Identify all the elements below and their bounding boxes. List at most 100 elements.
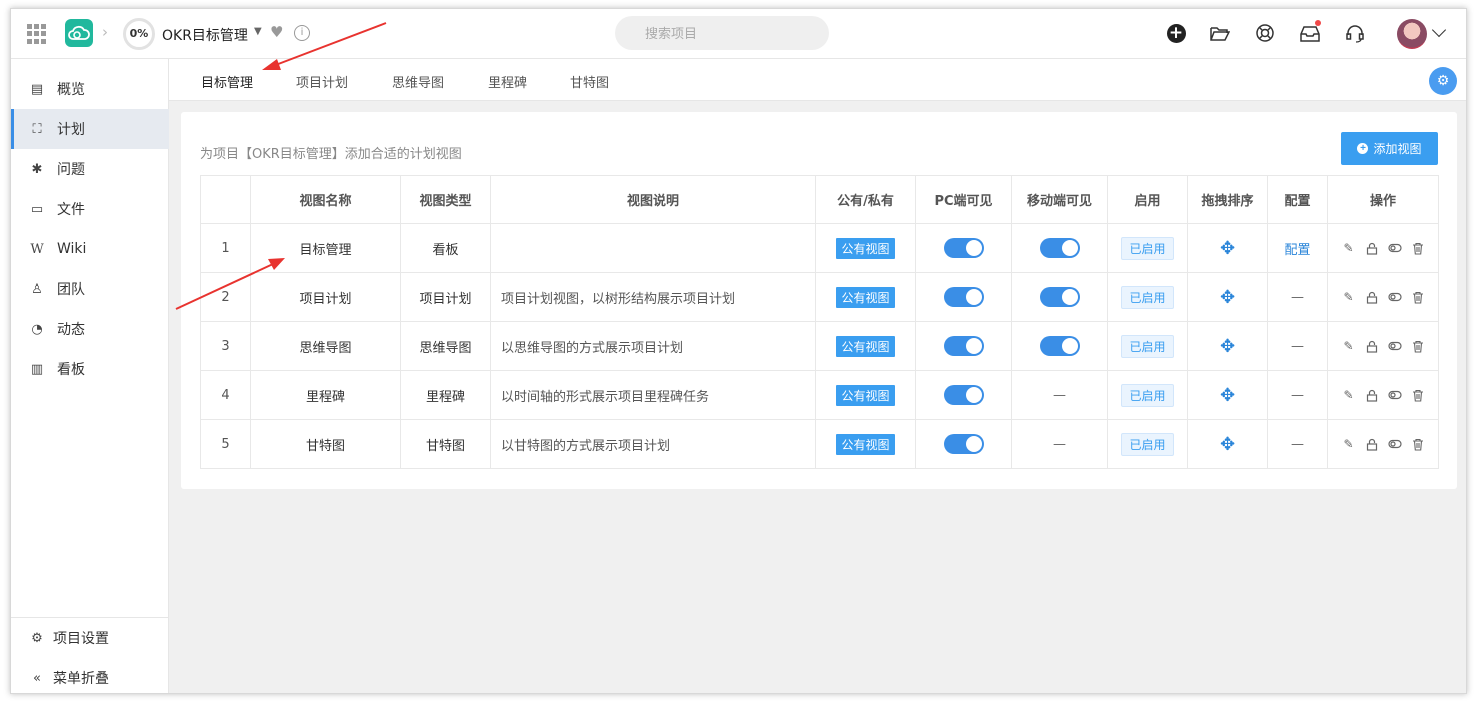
tab-mind-map[interactable]: 思维导图 xyxy=(392,72,444,91)
enabled-badge[interactable]: 已启用 xyxy=(1121,334,1174,358)
view-type: 看板 xyxy=(432,242,459,258)
sidebar-item-activity[interactable]: ◔ 动态 xyxy=(11,309,169,349)
sidebar-item-label: 计划 xyxy=(57,122,85,138)
trash-icon[interactable] xyxy=(1411,290,1425,304)
pc-visible-toggle[interactable] xyxy=(943,385,984,405)
folder-open-icon[interactable] xyxy=(1209,22,1231,44)
pc-visible-toggle[interactable] xyxy=(943,336,984,356)
visibility-toggle-icon[interactable] xyxy=(1387,290,1402,304)
drag-move-icon[interactable]: ✥ xyxy=(1220,287,1235,308)
dash: — xyxy=(1291,289,1304,305)
mobile-visible-toggle[interactable] xyxy=(1039,336,1080,356)
user-avatar[interactable] xyxy=(1397,19,1427,49)
column-header: 公有/私有 xyxy=(815,175,916,224)
dash: — xyxy=(1291,338,1304,354)
drag-move-icon[interactable]: ✥ xyxy=(1220,434,1235,455)
pc-visible-cell xyxy=(915,272,1012,322)
plan-icon: ⛶ xyxy=(32,121,42,137)
trash-icon[interactable] xyxy=(1411,388,1425,402)
view-desc-cell: 以思维导图的方式展示项目计划 xyxy=(490,321,816,371)
sidebar-item-wiki[interactable]: W Wiki xyxy=(11,229,169,269)
enabled-badge[interactable]: 已启用 xyxy=(1121,285,1174,309)
lock-icon[interactable] xyxy=(1365,339,1379,353)
sidebar-item-team[interactable]: ♙ 团队 xyxy=(11,269,169,309)
mobile-visible-toggle[interactable] xyxy=(1039,238,1080,258)
drag-move-icon[interactable]: ✥ xyxy=(1220,336,1235,357)
heart-icon[interactable]: ♥ xyxy=(270,23,283,41)
lock-icon[interactable] xyxy=(1365,290,1379,304)
mobile-visible-toggle[interactable] xyxy=(1039,287,1080,307)
enabled-badge[interactable]: 已启用 xyxy=(1121,383,1174,407)
sidebar-item-overview[interactable]: ▤ 概览 xyxy=(11,69,169,109)
enabled-cell: 已启用 xyxy=(1107,419,1188,469)
visibility-toggle-icon[interactable] xyxy=(1387,241,1402,255)
add-view-button[interactable]: + 添加视图 xyxy=(1341,132,1438,165)
help-lifebuoy-icon[interactable] xyxy=(1254,22,1276,44)
edit-icon[interactable]: ✎ xyxy=(1342,290,1356,304)
double-chevron-left-icon: « xyxy=(33,670,41,686)
edit-icon[interactable]: ✎ xyxy=(1342,437,1356,451)
edit-icon[interactable]: ✎ xyxy=(1342,241,1356,255)
visibility-cell: 公有视图 xyxy=(815,272,916,322)
project-settings-button[interactable]: ⚙ 项目设置 xyxy=(11,618,169,658)
unread-dot xyxy=(1315,20,1321,26)
sidebar-item-issues[interactable]: ✱ 问题 xyxy=(11,149,169,189)
visibility-cell: 公有视图 xyxy=(815,321,916,371)
app-logo[interactable] xyxy=(65,19,93,47)
visibility-toggle-icon[interactable] xyxy=(1387,437,1402,451)
headset-support-icon[interactable] xyxy=(1344,22,1366,44)
trash-icon[interactable] xyxy=(1411,339,1425,353)
info-icon[interactable]: i xyxy=(294,25,310,41)
enabled-badge[interactable]: 已启用 xyxy=(1121,432,1174,456)
enabled-cell: 已启用 xyxy=(1107,223,1188,273)
row-index-value: 5 xyxy=(221,436,230,452)
pc-visible-toggle[interactable] xyxy=(943,434,984,454)
mobile-visible-cell: — xyxy=(1011,370,1108,420)
sidebar-item-board[interactable]: ▥ 看板 xyxy=(11,349,169,389)
lock-icon[interactable] xyxy=(1365,241,1379,255)
visibility-toggle-icon[interactable] xyxy=(1387,388,1402,402)
collapse-menu-button[interactable]: « 菜单折叠 xyxy=(11,658,169,693)
enabled-badge[interactable]: 已启用 xyxy=(1121,236,1174,260)
row-index: 4 xyxy=(200,370,251,420)
view-name-cell: 甘特图 xyxy=(250,419,401,469)
view-settings-button[interactable]: ⚙ xyxy=(1429,67,1457,95)
search-input[interactable] xyxy=(615,16,829,50)
lock-icon[interactable] xyxy=(1365,437,1379,451)
actions-cell: ✎ xyxy=(1327,321,1439,371)
tab-project-plan[interactable]: 项目计划 xyxy=(296,72,348,91)
sidebar-item-files[interactable]: ▭ 文件 xyxy=(11,189,169,229)
mobile-visible-cell xyxy=(1011,272,1108,322)
actions-cell: ✎ xyxy=(1327,370,1439,420)
drag-move-icon[interactable]: ✥ xyxy=(1220,385,1235,406)
apps-grid-icon[interactable] xyxy=(27,24,47,44)
pc-visible-toggle[interactable] xyxy=(943,287,984,307)
notification-inbox-icon[interactable] xyxy=(1299,20,1321,44)
create-button[interactable]: + xyxy=(1165,22,1187,44)
row-index-value: 4 xyxy=(221,387,230,403)
project-name[interactable]: OKR目标管理 xyxy=(162,25,248,45)
top-bar: › 0% OKR目标管理 ▼ ♥ i + xyxy=(11,9,1466,59)
tab-milestone[interactable]: 里程碑 xyxy=(488,72,527,91)
edit-icon[interactable]: ✎ xyxy=(1342,388,1356,402)
lock-icon[interactable] xyxy=(1365,388,1379,402)
trash-icon[interactable] xyxy=(1411,241,1425,255)
visibility-toggle-icon[interactable] xyxy=(1387,339,1402,353)
view-type: 项目计划 xyxy=(419,291,472,307)
row-actions: ✎ xyxy=(1328,290,1438,304)
tab-gantt[interactable]: 甘特图 xyxy=(570,72,609,91)
config-cell: 配置 xyxy=(1267,223,1328,273)
trash-icon[interactable] xyxy=(1411,437,1425,451)
edit-icon[interactable]: ✎ xyxy=(1342,339,1356,353)
pc-visible-toggle[interactable] xyxy=(943,238,984,258)
tab-goal-management[interactable]: 目标管理 xyxy=(201,72,253,91)
chevron-down-icon[interactable] xyxy=(1431,22,1447,38)
sidebar-item-plan[interactable]: ⛶ 计划 xyxy=(11,109,169,149)
config-link[interactable]: 配置 xyxy=(1284,243,1310,258)
caret-down-icon[interactable]: ▼ xyxy=(254,26,262,37)
config-cell: — xyxy=(1267,272,1328,322)
drag-cell: ✥ xyxy=(1187,370,1268,420)
dash: — xyxy=(1291,436,1304,452)
drag-move-icon[interactable]: ✥ xyxy=(1220,238,1235,259)
config-cell: — xyxy=(1267,321,1328,371)
